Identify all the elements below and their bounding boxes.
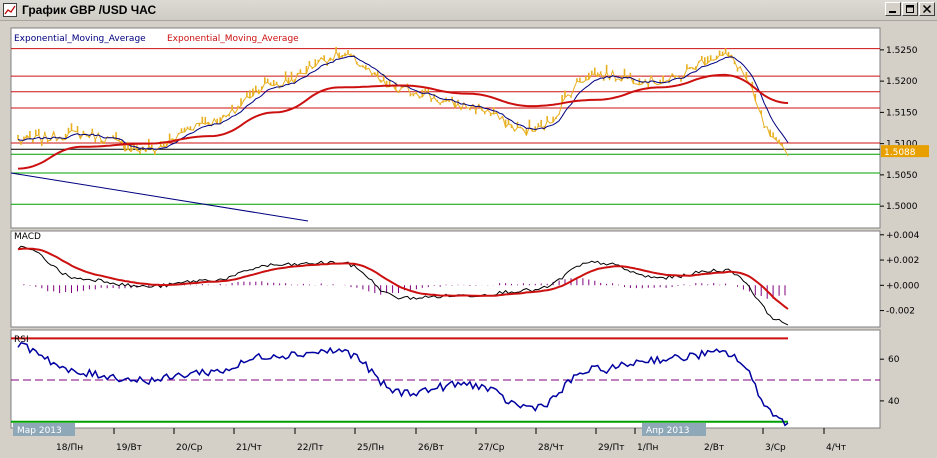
restore-icon	[906, 5, 914, 13]
macd-tick-label: +0.002	[886, 256, 919, 266]
macd-tick-label: -0.002	[886, 307, 915, 317]
price-panel[interactable]	[10, 27, 881, 229]
chart-svg[interactable]: 1.52501.52001.51501.51001.50501.50001.50…	[0, 20, 937, 458]
time-tick-label: 29/Пт	[598, 443, 625, 453]
time-tick-label: 28/Чт	[538, 443, 564, 453]
price-tick-label: 1.5050	[886, 171, 918, 181]
macd-panel[interactable]	[10, 230, 881, 328]
window-title: График GBP /USD ЧАС	[22, 3, 157, 17]
chart-window: График GBP /USD ЧАС 1.5250 1.5200 1.5150 1.…	[0, 0, 937, 458]
time-tick-label: 25/Пн	[357, 443, 384, 453]
legend-ema-slow: Exponential_Moving_Average	[167, 34, 299, 44]
time-tick-label: 20/Ср	[176, 443, 203, 453]
macd-tick-label: +0.000	[886, 281, 920, 291]
minimize-button[interactable]	[885, 2, 901, 16]
macd-label: MACD	[14, 232, 41, 242]
month-tag-mar-label: Мар 2013	[17, 426, 62, 436]
time-tick-label: 3/Ср	[765, 443, 786, 453]
time-tick-label: 19/Вт	[116, 443, 142, 453]
macd-tick-label: +0.004	[886, 231, 920, 241]
time-tick-label: 26/Вт	[418, 443, 444, 453]
time-tick-label: 18/Пн	[56, 443, 83, 453]
rsi-tick-label: 60	[888, 355, 900, 365]
time-tick-label: 2/Вт	[704, 443, 724, 453]
time-tick-label: 27/Ср	[478, 443, 505, 453]
title-bar[interactable]: График GBP /USD ЧАС	[0, 0, 937, 21]
chart-app-icon	[3, 3, 17, 17]
price-tick-label: 1.5200	[886, 77, 918, 87]
rsi-label: RSI	[14, 335, 29, 345]
time-tick-label: 4/Чт	[826, 443, 846, 453]
minimize-icon	[889, 11, 896, 13]
time-tick-label: 22/Пт	[297, 443, 324, 453]
price-tick-label: 1.5250	[886, 46, 918, 56]
price-tick-label: 1.5150	[886, 108, 918, 118]
chart-area[interactable]: 1.5250 1.5200 1.5150 1.5100 1.5050 1.5000 1.50…	[0, 20, 937, 458]
current-price-label: 1.5088	[884, 148, 916, 158]
legend-ema-fast: Exponential_Moving_Average	[14, 34, 146, 44]
close-button[interactable]	[919, 2, 935, 16]
price-tick-label: 1.5000	[886, 202, 918, 212]
close-icon	[922, 4, 932, 14]
month-tag-apr-label: Апр 2013	[646, 426, 690, 436]
time-tick-label: 21/Чт	[236, 443, 262, 453]
restore-button[interactable]	[902, 2, 918, 16]
time-tick-label: 1/Пн	[637, 443, 659, 453]
rsi-tick-label: 40	[888, 397, 900, 407]
